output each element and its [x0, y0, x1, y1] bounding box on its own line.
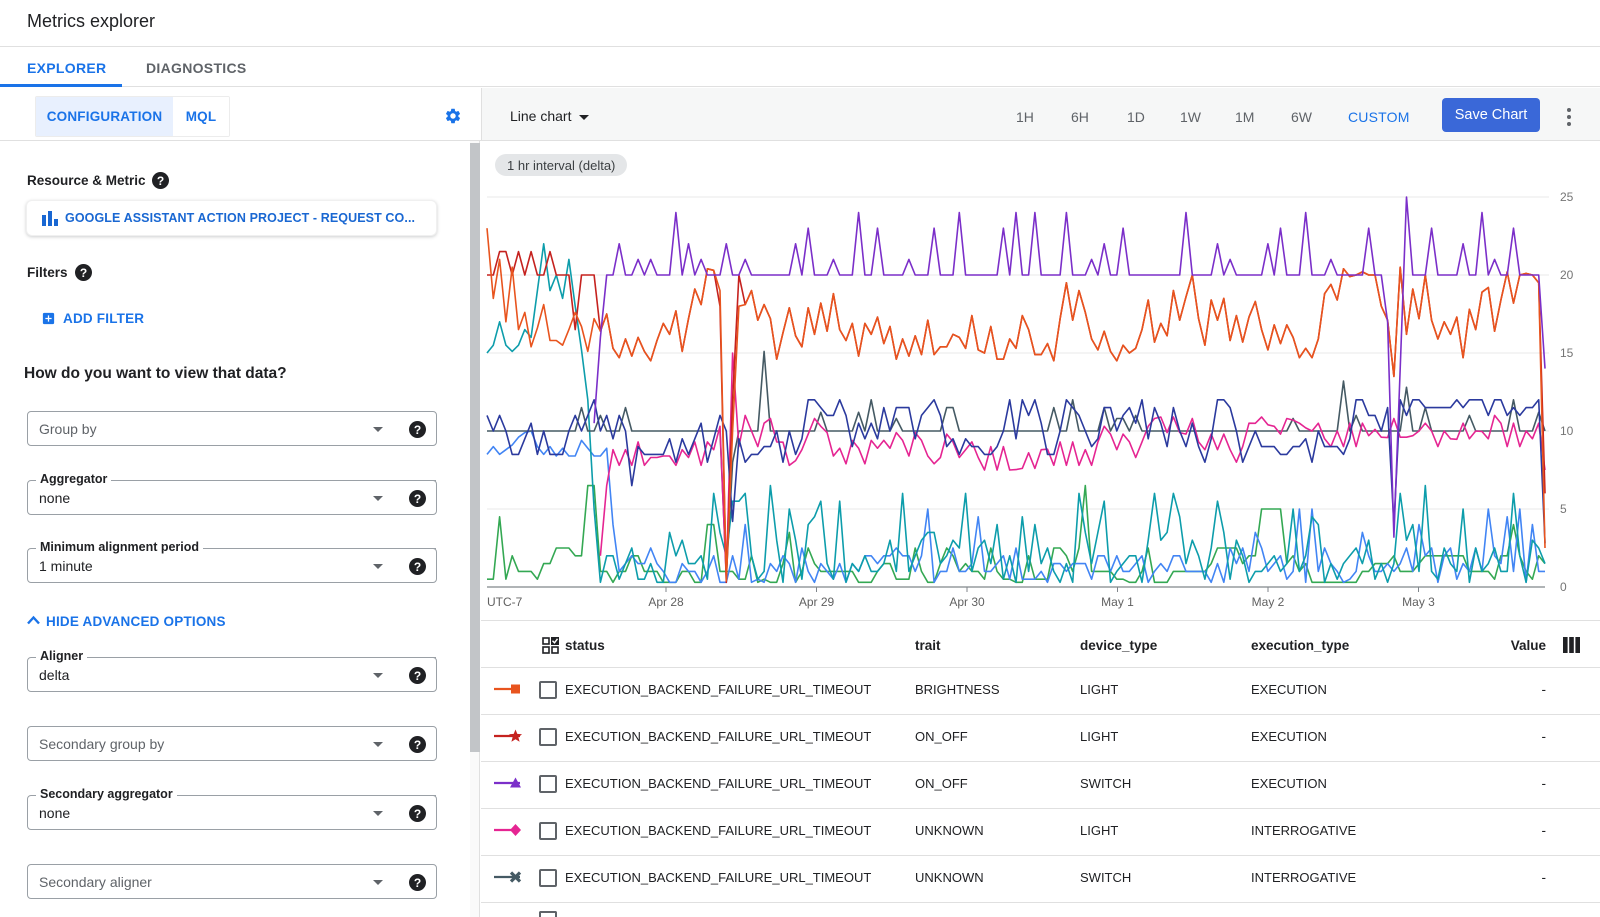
- svg-text:20: 20: [1560, 268, 1574, 282]
- svg-text:May 2: May 2: [1252, 595, 1285, 609]
- svg-text:May 1: May 1: [1101, 595, 1134, 609]
- svg-text:May 3: May 3: [1402, 595, 1435, 609]
- svg-text:0: 0: [1560, 580, 1567, 594]
- svg-text:5: 5: [1560, 502, 1567, 516]
- svg-text:25: 25: [1560, 190, 1574, 204]
- svg-text:UTC-7: UTC-7: [487, 595, 523, 609]
- svg-text:10: 10: [1560, 424, 1574, 438]
- svg-text:Apr 28: Apr 28: [648, 595, 684, 609]
- svg-text:Apr 29: Apr 29: [799, 595, 835, 609]
- svg-text:15: 15: [1560, 346, 1574, 360]
- svg-text:Apr 30: Apr 30: [949, 595, 985, 609]
